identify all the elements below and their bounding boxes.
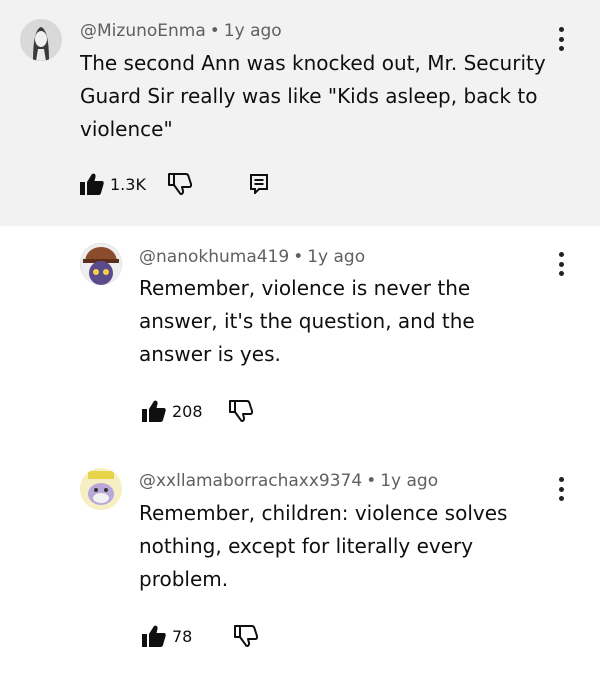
- avatar[interactable]: [20, 19, 62, 61]
- thumbs-down-icon: [228, 400, 253, 422]
- more-vertical-icon[interactable]: [557, 477, 565, 501]
- dislike-button[interactable]: [234, 625, 259, 647]
- dislike-button[interactable]: [228, 400, 253, 422]
- comment-text: The second Ann was knocked out, Mr. Secu…: [80, 47, 570, 146]
- like-count: 78: [172, 626, 193, 646]
- thumbs-up-icon: [142, 400, 166, 422]
- comment-line: Remember, children: violence solves: [139, 501, 508, 525]
- comment-line: The second Ann was knocked out, Mr. Secu…: [80, 51, 546, 75]
- reply-icon: [249, 174, 268, 194]
- author-name[interactable]: @MizunoEnma: [80, 21, 206, 41]
- comment-reply: @xxllamaborrachaxx9374 • 1y ago Remember, …: [0, 451, 600, 686]
- like-button[interactable]: 1.3K: [80, 173, 146, 195]
- reply-button[interactable]: [249, 174, 268, 194]
- thumbs-up-icon: [80, 173, 104, 195]
- author-name[interactable]: @nanokhuma419: [139, 247, 289, 267]
- like-button[interactable]: 78: [142, 625, 192, 647]
- avatar[interactable]: [80, 243, 122, 285]
- thumbs-down-icon: [167, 173, 192, 195]
- comment-line: Remember, violence is never the: [139, 276, 471, 300]
- comment-line: problem.: [139, 567, 229, 591]
- timestamp: 1y ago: [380, 471, 439, 491]
- timestamp: 1y ago: [307, 247, 366, 267]
- comment-line: nothing, except for literally every: [139, 534, 474, 558]
- comment-line: Guard Sir really was like "Kids asleep, …: [80, 84, 538, 108]
- separator: •: [366, 471, 377, 491]
- like-count: 1.3K: [110, 174, 146, 194]
- comment-line: violence": [80, 117, 173, 141]
- comment-meta: @xxllamaborrachaxx9374 • 1y ago: [139, 471, 438, 491]
- comment-actions: 1.3K: [80, 173, 268, 195]
- comment-actions: 78: [142, 625, 259, 647]
- comment-text: Remember, children: violence solves noth…: [139, 497, 569, 596]
- comment-thread-highlighted: @MizunoEnma • 1y ago The second Ann was kn…: [0, 0, 600, 226]
- comment-line: answer, it's the question, and the: [139, 309, 475, 333]
- separator: •: [293, 247, 304, 267]
- comment-line: answer is yes.: [139, 342, 281, 366]
- thumbs-down-icon: [234, 625, 259, 647]
- thumbs-up-icon: [142, 625, 166, 647]
- comment-meta: @MizunoEnma • 1y ago: [80, 21, 282, 41]
- avatar[interactable]: [80, 468, 122, 510]
- like-count: 208: [172, 401, 203, 421]
- more-vertical-icon[interactable]: [557, 27, 565, 51]
- author-name[interactable]: @xxllamaborrachaxx9374: [139, 471, 362, 491]
- more-vertical-icon[interactable]: [557, 252, 565, 276]
- like-button[interactable]: 208: [142, 400, 203, 422]
- dislike-button[interactable]: [167, 173, 192, 195]
- separator: •: [209, 21, 220, 41]
- timestamp: 1y ago: [223, 21, 282, 41]
- comment-meta: @nanokhuma419 • 1y ago: [139, 247, 365, 267]
- comment-text: Remember, violence is never the answer, …: [139, 272, 569, 371]
- comment-reply: @nanokhuma419 • 1y ago Remember, violence …: [0, 226, 600, 451]
- comment-actions: 208: [142, 400, 253, 422]
